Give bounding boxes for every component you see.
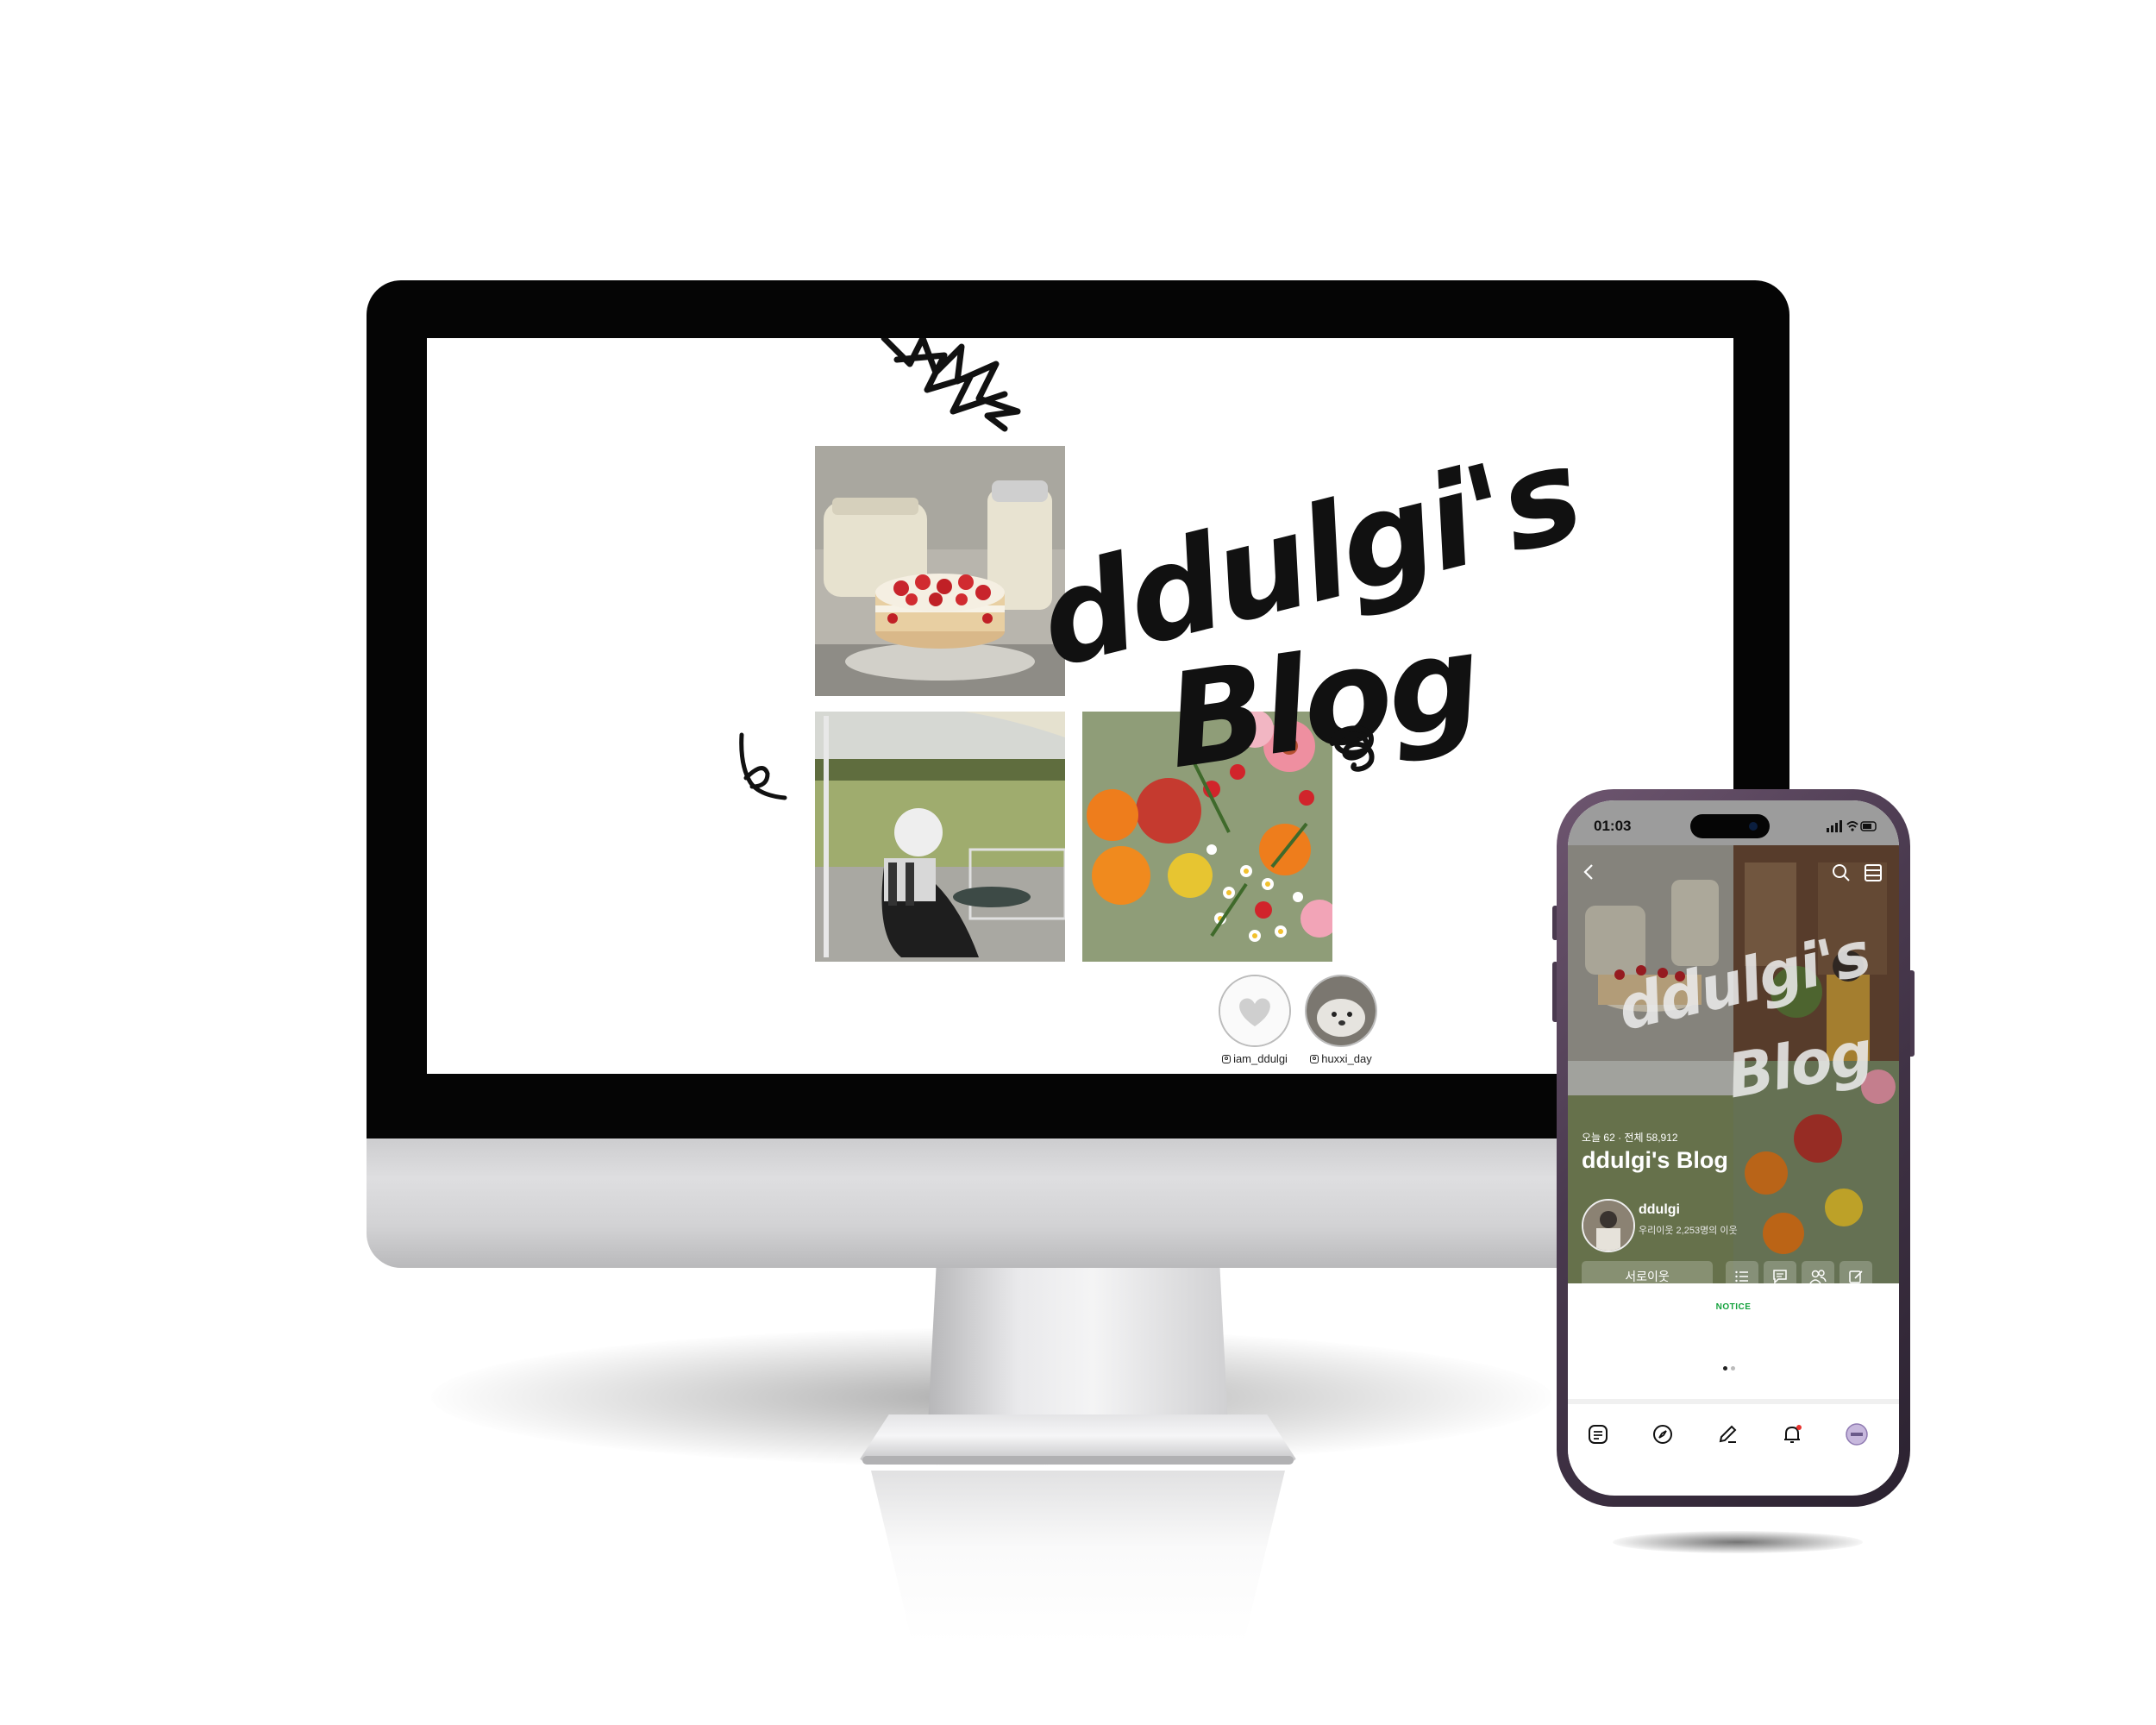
notice-label: NOTICE	[1715, 1302, 1752, 1312]
follow-button[interactable]: 서로이웃	[1582, 1261, 1713, 1283]
back-icon[interactable]	[1580, 862, 1599, 881]
pencil-icon[interactable]	[1714, 1421, 1740, 1447]
status-icons	[1827, 820, 1877, 832]
neighbor-count: 우리이웃 2,253명의 이웃	[1639, 1226, 1738, 1236]
imac-screen: ddulgi's Blog iam_ddulgi huxxi_day	[427, 338, 1733, 1074]
instagram-icon	[1310, 1054, 1319, 1063]
compass-icon[interactable]	[1650, 1421, 1676, 1447]
notice-section: NOTICE	[1568, 1283, 1899, 1396]
dynamic-island	[1690, 814, 1770, 838]
imac-stand-edge	[862, 1456, 1294, 1465]
bell-icon[interactable]	[1779, 1421, 1805, 1447]
phone-shadow	[1613, 1531, 1863, 1553]
instagram-handle: iam_ddulgi	[1233, 1052, 1288, 1065]
heart-avatar-icon	[1219, 975, 1291, 1047]
feed-icon[interactable]	[1585, 1421, 1611, 1447]
write-icon[interactable]	[1839, 1261, 1872, 1283]
nickname: ddulgi	[1639, 1202, 1680, 1217]
instagram-link-1[interactable]: iam_ddulgi	[1207, 975, 1302, 1065]
dog-avatar-icon	[1305, 975, 1377, 1047]
imac-stand-base	[858, 1414, 1298, 1462]
avatar[interactable]	[1582, 1199, 1635, 1252]
star-doodle-icon	[881, 338, 1021, 432]
strawberry-cake-photo[interactable]	[815, 446, 1065, 696]
search-icon[interactable]	[1831, 862, 1852, 883]
phone-screen: 01:03 ddulgi's Blog 오늘 62 · 전체 58,912 dd…	[1568, 800, 1899, 1496]
imac-reflection	[871, 1471, 1285, 1643]
neighbors-icon[interactable]	[1802, 1261, 1834, 1283]
carousel-dots[interactable]	[1723, 1366, 1735, 1371]
blog-cover: ddulgi's Blog 오늘 62 · 전체 58,912 ddulgi's…	[1568, 845, 1899, 1283]
list-icon[interactable]	[1726, 1261, 1758, 1283]
instagram-link-2[interactable]: huxxi_day	[1294, 975, 1388, 1065]
tab-bar	[1568, 1406, 1899, 1466]
visitor-count: 오늘 62 · 전체 58,912	[1582, 1132, 1678, 1144]
comment-icon[interactable]	[1764, 1261, 1796, 1283]
blog-name: ddulgi's Blog	[1582, 1147, 1728, 1173]
instagram-icon	[1222, 1054, 1232, 1063]
curl-doodle-icon	[739, 732, 787, 800]
instagram-handle: huxxi_day	[1321, 1052, 1372, 1065]
profile-icon[interactable]	[1844, 1421, 1870, 1447]
swirl-doodle-icon	[1330, 725, 1375, 772]
section-divider	[1568, 1399, 1899, 1404]
garden-cafe-photo[interactable]	[815, 712, 1065, 962]
status-bar: 01:03	[1568, 800, 1899, 845]
menu-icon[interactable]	[1863, 862, 1883, 883]
status-time: 01:03	[1594, 818, 1632, 834]
